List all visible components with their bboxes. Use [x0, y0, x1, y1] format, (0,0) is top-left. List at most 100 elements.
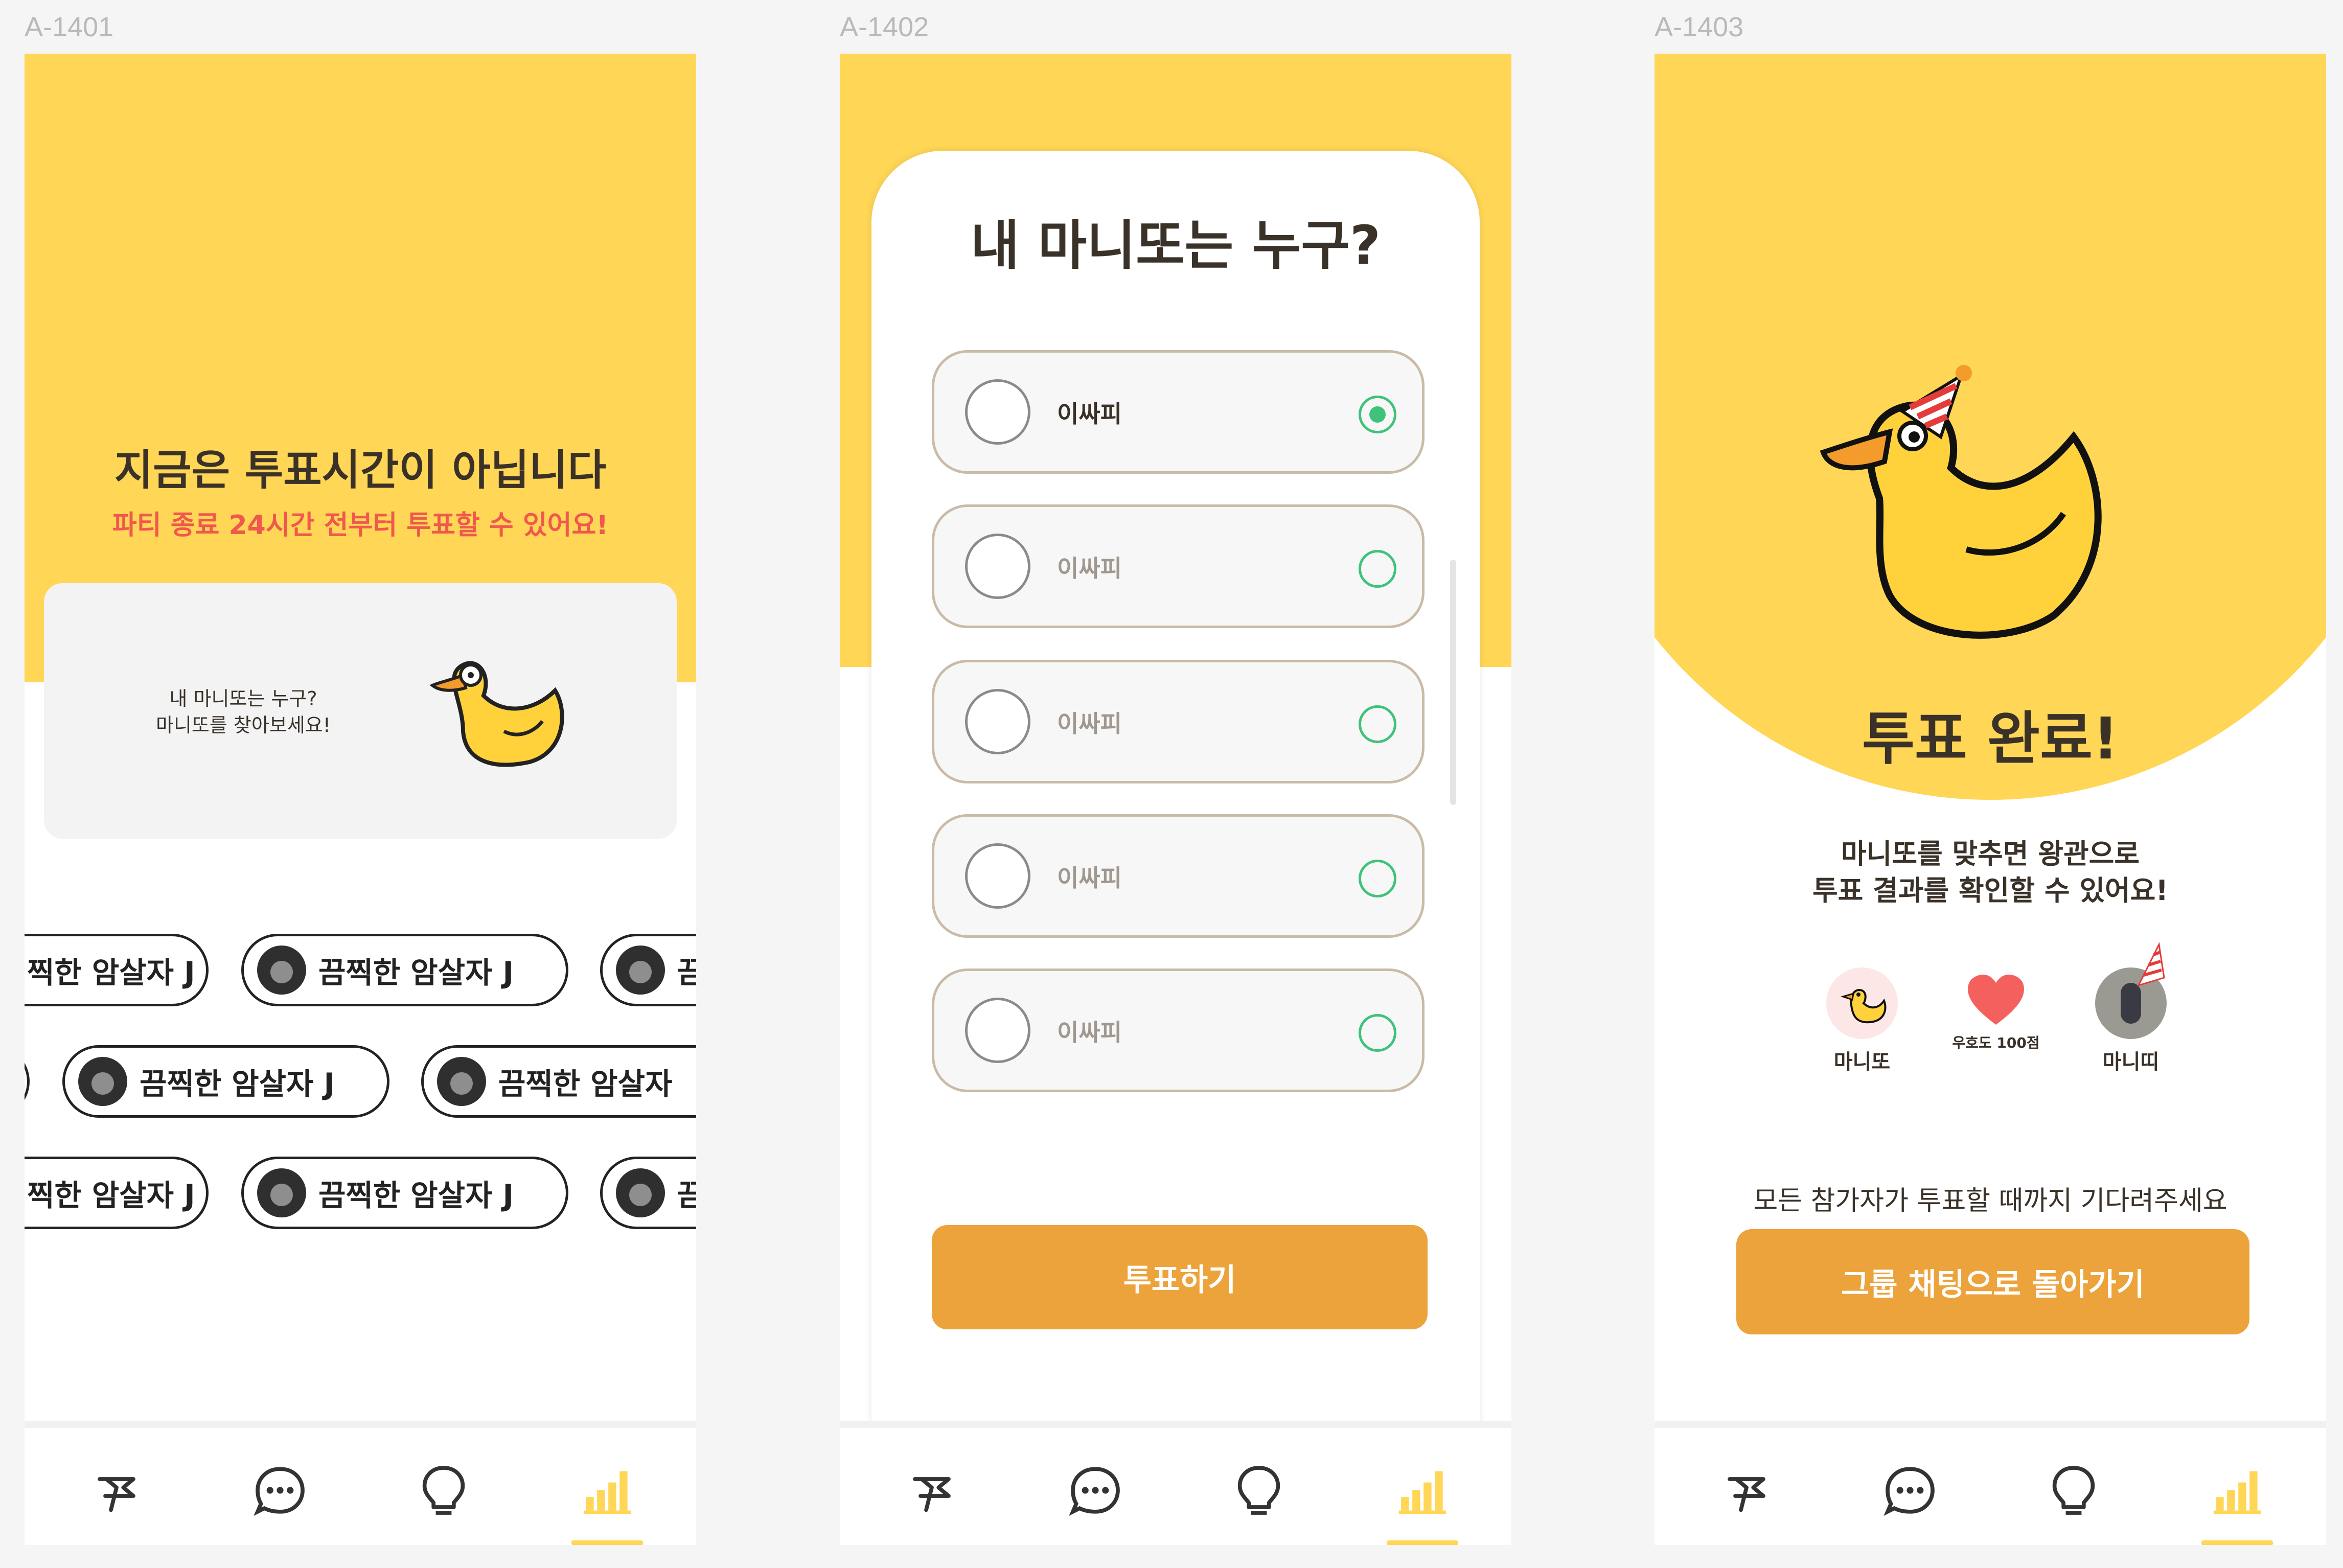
participant-name: 이싸피: [1057, 555, 1122, 582]
nickname-pill: 찍한 암살자 J: [25, 934, 209, 1006]
radio-button[interactable]: [1359, 396, 1396, 433]
vote-question: 내 마니또는 누구?: [970, 214, 1381, 276]
tab-vote[interactable]: [2207, 1460, 2268, 1521]
vote-button[interactable]: 투표하기: [932, 1225, 1428, 1329]
flag-icon: [1728, 1477, 1765, 1512]
manitto-info-card: 내 마니또는 누구? 마니또를 찾아보세요!: [44, 583, 677, 839]
screen-vote: 내 마니또는 누구? 이싸피 이싸피 이싸피 이싸피 이싸피 투표하기: [840, 54, 1511, 1545]
participant-name: 이싸피: [1057, 400, 1122, 428]
vote-option[interactable]: 이싸피: [932, 350, 1425, 474]
manitti-avatar: [2095, 942, 2167, 1039]
manitto-label: 마니또: [1833, 1050, 1891, 1074]
participant-avatar: [965, 689, 1030, 754]
participant-avatar: [965, 379, 1030, 445]
frame-label-3: A-1403: [1655, 12, 1744, 42]
vote-option[interactable]: 이싸피: [932, 660, 1425, 783]
active-tab-indicator: [571, 1540, 643, 1545]
page-title: 지금은 투표시간이 아닙니다: [114, 446, 607, 495]
participant-avatar: [965, 998, 1030, 1063]
vote-option[interactable]: 이싸피: [932, 504, 1425, 628]
party-hat-icon: [2137, 942, 2165, 987]
tab-flag[interactable]: [901, 1460, 962, 1521]
avatar: [257, 1168, 306, 1217]
tab-hint[interactable]: [1228, 1460, 1290, 1521]
manitti-avatar-group: 마니띠: [2085, 942, 2177, 1075]
nickname-marquee-row-3: 찍한 암살자 J 끔찍한 암살자 J 끔: [25, 1157, 696, 1233]
avatar: [616, 946, 665, 995]
tab-chat[interactable]: [1879, 1460, 1941, 1521]
radio-button[interactable]: [1359, 860, 1396, 897]
avatar: [78, 1057, 127, 1106]
nickname-pill: 끔: [600, 1157, 696, 1229]
tab-chat[interactable]: [1065, 1460, 1126, 1521]
bottom-tab-bar: [1655, 1421, 2326, 1545]
chat-icon: [1069, 1467, 1120, 1516]
radio-button[interactable]: [1359, 1014, 1396, 1052]
lightbulb-icon: [422, 1466, 465, 1515]
nickname-marquee-row-2: 끔찍한 암살자 J 끔찍한 암살자: [25, 1045, 696, 1122]
chart-icon: [1398, 1471, 1446, 1514]
nickname-pill: 끔찍한 암살자 J: [241, 1157, 568, 1229]
nickname-pill: 끔찍한 암살자 J: [62, 1045, 389, 1118]
nickname-pill: [25, 1045, 30, 1118]
tab-hint[interactable]: [413, 1460, 474, 1521]
flag-icon: [913, 1477, 951, 1512]
vote-complete-description: 마니또를 맞추면 왕관으로 투표 결과를 확인할 수 있어요!: [1655, 836, 2326, 909]
avatar: [616, 1168, 665, 1217]
radio-button[interactable]: [1359, 705, 1396, 743]
chat-icon: [254, 1467, 305, 1516]
avatar: [437, 1057, 486, 1106]
manitto-avatar-group: 마니또: [1816, 967, 1908, 1075]
chat-icon: [1883, 1467, 1935, 1516]
frame-label-1: A-1401: [25, 12, 114, 42]
tab-flag[interactable]: [86, 1460, 147, 1521]
participant-avatar: [965, 843, 1030, 909]
scrollbar[interactable]: [1450, 560, 1456, 805]
page-subtitle: 파티 종료 24시간 전부터 투표할 수 있어요!: [112, 510, 609, 541]
bottom-tab-bar: [25, 1421, 696, 1545]
manitto-avatar: [1826, 967, 1898, 1039]
nickname-pill: 끔찍한 암살자 J: [241, 934, 568, 1006]
tab-vote[interactable]: [577, 1460, 638, 1521]
participant-name: 이싸피: [1057, 710, 1122, 737]
duck-detective-icon: [429, 661, 564, 767]
nickname-marquee-row-1: 찍한 암살자 J 끔찍한 암살자 J 끔: [25, 934, 696, 1010]
tab-vote[interactable]: [1392, 1460, 1453, 1521]
heart-icon: [1968, 975, 2024, 1025]
affinity-score-label: 우호도 100점: [1952, 1034, 2040, 1051]
screen-vote-complete: 투표 완료! 마니또를 맞추면 왕관으로 투표 결과를 확인할 수 있어요! 마…: [1655, 54, 2326, 1545]
back-to-group-chat-button[interactable]: 그룹 채팅으로 돌아가기: [1736, 1229, 2249, 1334]
chart-icon: [583, 1471, 631, 1514]
participant-name: 이싸피: [1057, 1019, 1122, 1046]
participant-avatar: [965, 534, 1030, 599]
affinity-score-group: 우호도 100점: [1945, 974, 2047, 1052]
manitti-label: 마니띠: [2102, 1050, 2160, 1074]
vote-option[interactable]: 이싸피: [932, 814, 1425, 938]
waiting-message: 모든 참가자가 투표할 때까지 기다려주세요: [1753, 1186, 2227, 1216]
nickname-pill: 찍한 암살자 J: [25, 1157, 209, 1229]
card-line-1: 내 마니또는 누구?: [169, 687, 317, 710]
avatar: [257, 946, 306, 995]
vote-option[interactable]: 이싸피: [932, 969, 1425, 1092]
lightbulb-icon: [1237, 1466, 1280, 1515]
vote-complete-title: 투표 완료!: [1862, 706, 2119, 772]
tab-chat[interactable]: [249, 1460, 311, 1521]
active-tab-indicator: [2201, 1540, 2273, 1545]
screen-not-voting-time: 지금은 투표시간이 아닙니다 파티 종료 24시간 전부터 투표할 수 있어요!…: [25, 54, 696, 1545]
flag-icon: [98, 1477, 135, 1512]
nickname-pill: 끔: [600, 934, 696, 1006]
tab-flag[interactable]: [1716, 1460, 1777, 1521]
radio-button[interactable]: [1359, 550, 1396, 588]
participant-name: 이싸피: [1057, 864, 1122, 892]
duck-icon: [1841, 989, 1887, 1024]
active-tab-indicator: [1387, 1540, 1458, 1545]
nickname-pill: 끔찍한 암살자: [421, 1045, 696, 1118]
tab-hint[interactable]: [2043, 1460, 2104, 1521]
bottom-tab-bar: [840, 1421, 1511, 1545]
party-duck-illustration: [1820, 365, 2102, 639]
frame-label-2: A-1402: [840, 12, 929, 42]
lightbulb-icon: [2052, 1466, 2095, 1515]
desc-line-2: 투표 결과를 확인할 수 있어요!: [1812, 874, 2168, 907]
chart-icon: [2213, 1471, 2261, 1514]
card-text: 내 마니또는 누구? 마니또를 찾아보세요!: [136, 685, 351, 739]
